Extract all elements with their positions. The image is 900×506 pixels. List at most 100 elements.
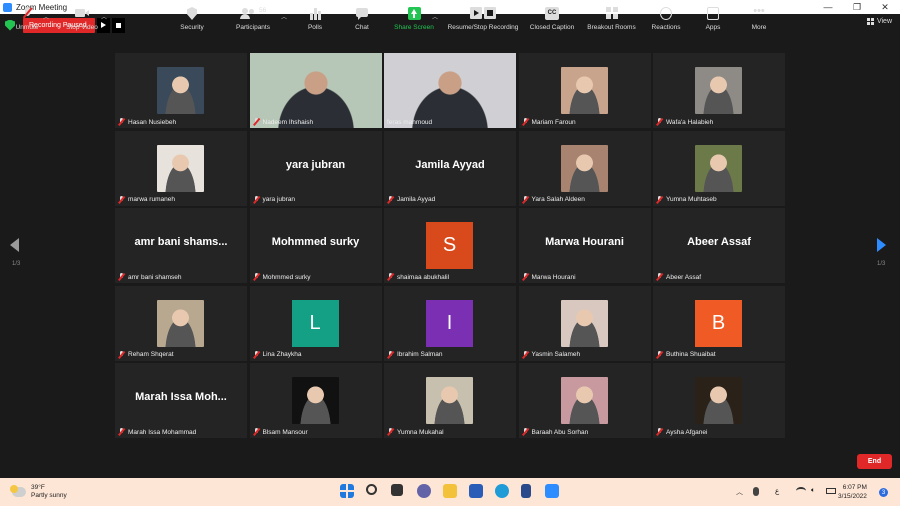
polls-button[interactable]: Polls <box>302 7 328 31</box>
participant-tile[interactable]: B Buthina Shuaibat <box>653 285 785 361</box>
apps-button[interactable]: Apps <box>701 7 725 31</box>
participant-tile[interactable]: Abeer Assaf Abeer Assaf <box>653 208 785 283</box>
speaker-icon[interactable]: 🔈︎ <box>811 487 815 495</box>
zoom-taskbar-icon[interactable] <box>545 484 559 498</box>
teams-chat-icon[interactable] <box>417 484 431 498</box>
participant-tile[interactable]: Jamila Ayyad Jamila Ayyad <box>384 130 516 206</box>
notification-badge[interactable]: 3 <box>879 488 888 497</box>
chat-label: Chat <box>355 24 369 31</box>
file-explorer-icon[interactable] <box>443 484 457 498</box>
microphone-tray-icon[interactable] <box>753 487 759 496</box>
muted-mic-icon <box>522 428 529 436</box>
participant-name: Baraah Abu Sorhan <box>531 428 589 436</box>
video-options-caret-icon[interactable]: ︿ <box>101 12 107 21</box>
more-button[interactable]: ••• More <box>747 6 771 32</box>
participant-name-label: Blsam Mansour <box>253 428 308 436</box>
reactions-button[interactable]: Reactions <box>648 7 684 31</box>
share-screen-button[interactable]: Share Screen <box>392 7 436 31</box>
input-language[interactable]: ع <box>775 487 779 495</box>
maximize-button[interactable]: ❐ <box>843 0 871 14</box>
participant-tile[interactable]: Yasmin Salameh <box>518 285 651 361</box>
participant-name-label: Nadeem Ihshaish <box>253 118 313 126</box>
security-button[interactable]: Security <box>177 7 207 31</box>
participant-photo <box>426 377 473 424</box>
weather-widget[interactable]: 39°F Partly sunny <box>10 484 67 500</box>
store-icon[interactable] <box>469 484 483 498</box>
participant-tile[interactable]: Marah Issa Moh... Marah Issa Mohammad <box>115 363 247 438</box>
participant-initial-avatar: B <box>695 299 742 347</box>
participant-name-label: Mohmmed surky <box>253 273 311 281</box>
weather-condition: Partly sunny <box>31 492 67 499</box>
participant-tile[interactable]: L Lina Zhaykha <box>249 285 382 361</box>
video-camera-icon <box>75 7 89 20</box>
participants-label: Participants <box>236 24 270 31</box>
participant-initial-avatar: L <box>291 299 339 347</box>
end-meeting-button[interactable]: End <box>857 454 892 469</box>
participant-tile[interactable]: Wafa'a Halabieh <box>653 53 785 128</box>
next-page-button[interactable] <box>877 238 889 252</box>
participant-tile[interactable]: Sshaimaa abukhalil <box>384 208 516 283</box>
breakout-rooms-button[interactable]: Breakout Rooms <box>584 7 639 31</box>
participant-name-label: Jamila Ayyad <box>387 195 435 204</box>
participant-display-name: Abeer Assaf <box>687 236 751 248</box>
stop-recording-button[interactable] <box>112 17 125 33</box>
participant-tile[interactable]: I Ibrahim Salman <box>384 285 516 361</box>
previous-page-button[interactable] <box>10 238 22 252</box>
participant-name: Mohmmed surky <box>262 273 311 281</box>
windows-start-icon[interactable] <box>340 484 354 498</box>
participant-tile[interactable]: amr bani shams... amr bani shamseh <box>115 208 247 283</box>
participant-name: Yumna Mukahal <box>397 428 444 436</box>
stop-video-button[interactable]: Stop Video <box>62 7 102 31</box>
word-icon[interactable] <box>521 484 531 498</box>
security-label: Security <box>180 24 204 31</box>
participant-tile[interactable]: Yumna Muhtaseb <box>653 130 785 206</box>
view-button[interactable]: View <box>866 18 892 25</box>
muted-mic-icon <box>253 195 260 204</box>
participant-tile[interactable]: marwa rumaneh <box>115 130 247 206</box>
participant-tile[interactable]: Hasan Nusiebeh <box>115 53 247 128</box>
participant-name-label: Yumna Muhtaseb <box>656 195 717 204</box>
wifi-icon[interactable] <box>796 487 806 495</box>
participant-tile[interactable]: Nadeem Ihshaish <box>249 53 382 128</box>
participant-name-label: Marwa Hourani <box>522 273 576 281</box>
closed-caption-button[interactable]: CC Closed Caption <box>526 7 578 31</box>
participant-tile[interactable]: Blsam Mansour <box>249 363 382 438</box>
task-view-icon[interactable] <box>391 484 403 496</box>
participant-tile[interactable]: Baraah Abu Sorhan <box>518 363 651 438</box>
share-screen-icon <box>407 7 421 20</box>
participant-name: yara jubran <box>262 196 296 203</box>
participant-tile[interactable]: yara jubran yara jubran <box>249 130 382 206</box>
participant-name-label: Yumna Mukahal <box>387 428 444 436</box>
participant-tile[interactable]: Marwa Hourani Marwa Hourani <box>518 208 651 283</box>
taskbar-clock[interactable]: 6:07 PM 3/15/2022 <box>838 483 867 501</box>
participant-tile[interactable]: feras mahmoud <box>384 53 516 128</box>
close-button[interactable]: ✕ <box>871 0 899 14</box>
minimize-button[interactable]: — <box>814 0 842 14</box>
clock-date: 3/15/2022 <box>838 493 867 500</box>
participant-name: Buthina Shuaibat <box>666 351 716 358</box>
participant-name-label: Marah Issa Mohammad <box>118 428 196 436</box>
participant-tile[interactable]: Reham Shqerat <box>115 285 247 361</box>
edge-browser-icon[interactable] <box>495 484 509 498</box>
audio-options-caret-icon[interactable]: ︿ <box>43 12 49 21</box>
chat-button[interactable]: Chat <box>349 7 375 31</box>
muted-mic-icon <box>118 118 125 126</box>
clock-time: 6:07 PM <box>842 484 867 491</box>
participant-tile[interactable]: Yara Salah Aldeen <box>518 130 651 206</box>
tray-overflow-caret-icon[interactable]: ︿ <box>736 487 743 497</box>
participant-tile[interactable]: Mariam Faroun <box>518 53 651 128</box>
participants-options-caret-icon[interactable]: ︿ <box>281 12 287 21</box>
resume-stop-recording-button[interactable]: Resume/Stop Recording <box>443 7 523 31</box>
share-options-caret-icon[interactable]: ︿ <box>432 12 438 21</box>
battery-icon[interactable] <box>826 488 836 494</box>
participant-name: Ibrahim Salman <box>397 351 443 358</box>
participant-tile[interactable]: Aysha Afganei <box>653 363 785 438</box>
unmute-button[interactable]: Unmute <box>12 7 42 31</box>
participants-button[interactable]: 56 Participants <box>233 7 273 31</box>
participant-tile[interactable]: Mohmmed surky Mohmmed surky <box>249 208 382 283</box>
participant-tile[interactable]: Yumna Mukahal <box>384 363 516 438</box>
temperature: 39°F <box>31 484 45 491</box>
search-icon[interactable] <box>366 484 377 495</box>
participant-name-label: Buthina Shuaibat <box>656 350 716 359</box>
resume-stop-recording-label: Resume/Stop Recording <box>447 24 519 31</box>
